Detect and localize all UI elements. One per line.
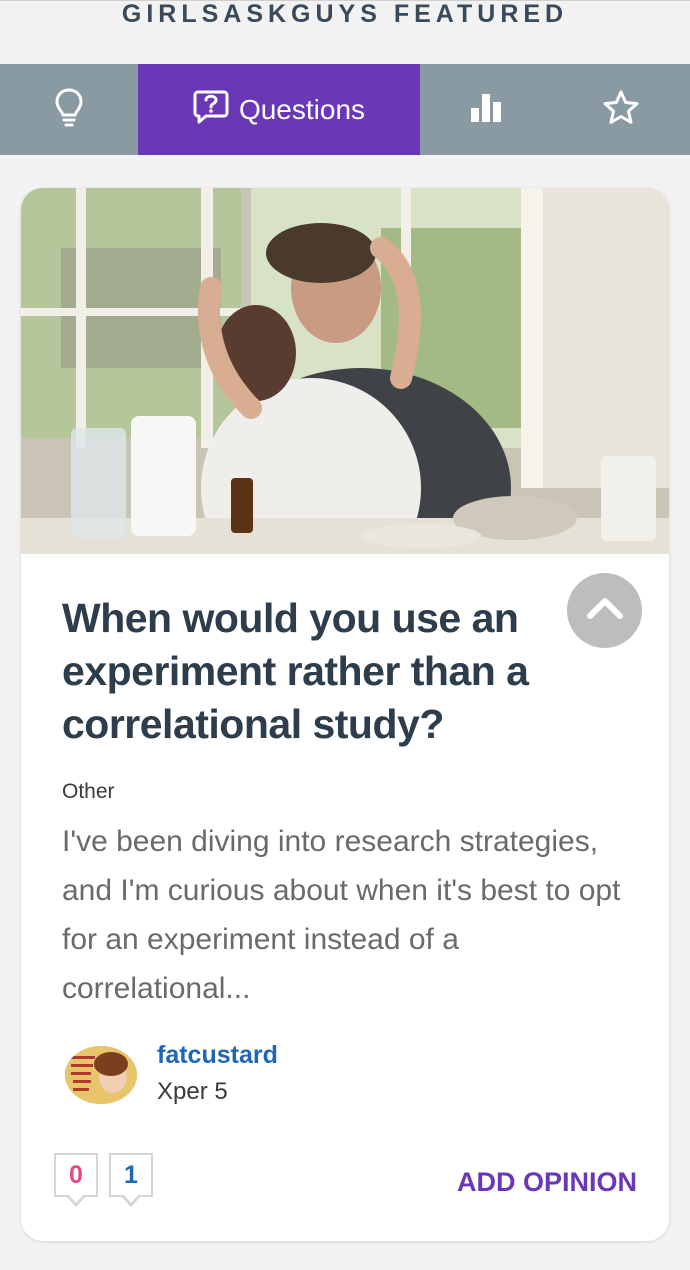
likes-count: 0 xyxy=(69,1160,83,1189)
tab-tips[interactable] xyxy=(0,64,138,155)
question-excerpt: I've been diving into research strategie… xyxy=(62,825,621,1005)
author-username[interactable]: fatcustard xyxy=(157,1041,278,1070)
tab-questions-label: Questions xyxy=(238,93,366,125)
speech-tail-inner xyxy=(68,1194,84,1203)
tab-polls[interactable] xyxy=(420,64,552,155)
tab-questions[interactable]: Questions xyxy=(138,64,420,155)
author-level: Xper 5 xyxy=(157,1078,228,1105)
question-category[interactable]: Other xyxy=(62,780,115,804)
question-photo[interactable] xyxy=(21,188,669,554)
opinions-counter[interactable]: 1 xyxy=(109,1153,153,1207)
bar-chart-icon xyxy=(469,92,503,127)
chevron-up-icon xyxy=(585,595,625,626)
avatar[interactable] xyxy=(65,1046,137,1104)
opinions-count: 1 xyxy=(124,1160,138,1189)
star-icon xyxy=(602,89,640,130)
likes-counter[interactable]: 0 xyxy=(54,1153,98,1207)
question-card[interactable]: When would you use an experiment rather … xyxy=(21,188,669,1241)
tab-bar: Questions xyxy=(0,64,690,155)
featured-header: GIRLSASKGUYS FEATURED xyxy=(121,0,569,28)
speech-tail-inner xyxy=(123,1194,139,1203)
add-opinion-button[interactable]: ADD OPINION xyxy=(457,1167,637,1198)
question-title[interactable]: When would you use an experiment rather … xyxy=(62,592,582,751)
tab-favorites[interactable] xyxy=(552,64,690,155)
lightbulb-icon xyxy=(54,87,84,132)
question-bubble-icon xyxy=(193,89,229,130)
